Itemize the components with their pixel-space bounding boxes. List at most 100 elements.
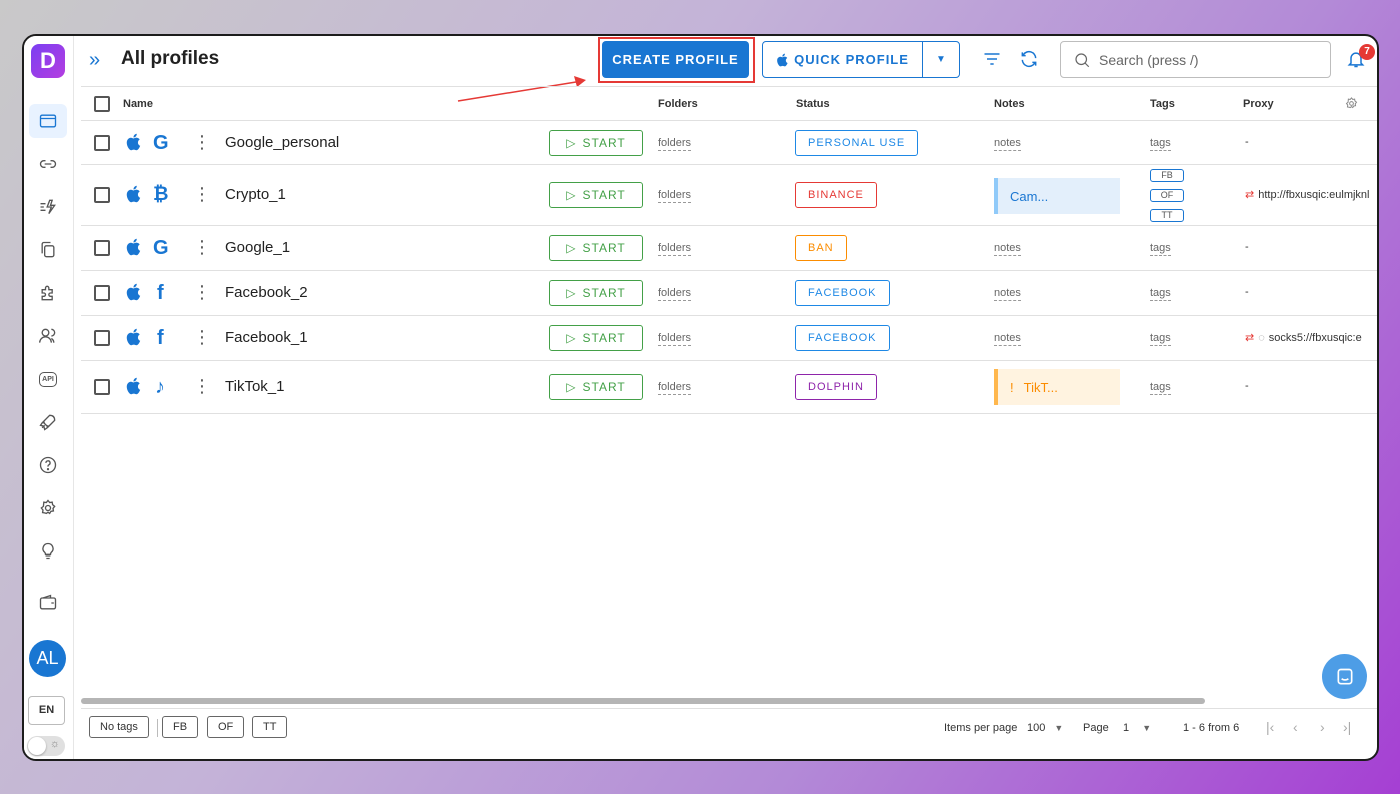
first-page-icon[interactable]: |‹ bbox=[1266, 719, 1274, 735]
folders-link[interactable]: folders bbox=[658, 286, 692, 301]
theme-toggle[interactable]: ☼ bbox=[27, 736, 65, 756]
table-row[interactable]: f ⋮ Facebook_1 ▷ START folders FACEBOOK n… bbox=[81, 316, 1377, 361]
column-notes[interactable]: Notes bbox=[994, 98, 1025, 110]
notes-link[interactable]: notes bbox=[994, 241, 1021, 256]
column-settings-icon[interactable] bbox=[1344, 96, 1359, 111]
start-label: START bbox=[582, 188, 626, 202]
sidebar-item-launch[interactable] bbox=[29, 405, 67, 439]
status-badge[interactable]: FACEBOOK bbox=[795, 280, 890, 306]
start-button[interactable]: ▷ START bbox=[549, 280, 643, 306]
status-badge[interactable]: BINANCE bbox=[795, 182, 877, 208]
tag-chip[interactable]: OF bbox=[1150, 189, 1184, 202]
table-row[interactable]: ₿ ⋮ Crypto_1 ▷ START folders BINANCE Cam.… bbox=[81, 165, 1377, 226]
items-per-page-select[interactable]: 100 ▼ bbox=[1027, 722, 1063, 734]
row-menu-icon[interactable]: ⋮ bbox=[193, 185, 211, 203]
next-page-icon[interactable]: › bbox=[1320, 719, 1325, 735]
sidebar-item-api[interactable]: API bbox=[29, 362, 67, 396]
header: » All profiles CREATE PROFILE QUICK PROF… bbox=[74, 36, 1377, 86]
last-page-icon[interactable]: ›| bbox=[1343, 719, 1351, 735]
horizontal-scrollbar[interactable] bbox=[81, 698, 1205, 704]
status-badge[interactable]: PERSONAL USE bbox=[795, 130, 919, 156]
notes-link[interactable]: notes bbox=[994, 136, 1021, 151]
column-tags[interactable]: Tags bbox=[1150, 98, 1175, 110]
row-menu-icon[interactable]: ⋮ bbox=[193, 377, 211, 395]
row-checkbox[interactable] bbox=[94, 187, 110, 203]
tags-link[interactable]: tags bbox=[1150, 286, 1171, 301]
play-icon: ▷ bbox=[566, 241, 577, 255]
row-menu-icon[interactable]: ⋮ bbox=[193, 238, 211, 256]
start-button[interactable]: ▷ START bbox=[549, 130, 643, 156]
tags-link[interactable]: tags bbox=[1150, 136, 1171, 151]
page-label: Page bbox=[1083, 722, 1109, 734]
language-button[interactable]: EN bbox=[28, 696, 65, 725]
sidebar-item-tips[interactable] bbox=[29, 534, 67, 568]
tag-filter-fb[interactable]: FB bbox=[162, 716, 199, 738]
start-button[interactable]: ▷ START bbox=[549, 325, 643, 351]
chat-button[interactable] bbox=[1322, 654, 1367, 699]
folders-link[interactable]: folders bbox=[658, 380, 692, 395]
notes-link[interactable]: notes bbox=[994, 331, 1021, 346]
row-checkbox[interactable] bbox=[94, 285, 110, 301]
column-proxy[interactable]: Proxy bbox=[1243, 98, 1274, 110]
app-logo[interactable]: D bbox=[31, 44, 65, 78]
row-checkbox[interactable] bbox=[94, 330, 110, 346]
create-profile-button[interactable]: CREATE PROFILE bbox=[602, 41, 749, 78]
status-badge[interactable]: DOLPHIN bbox=[795, 374, 877, 400]
row-menu-icon[interactable]: ⋮ bbox=[193, 328, 211, 346]
row-menu-icon[interactable]: ⋮ bbox=[193, 283, 211, 301]
sidebar-item-copy[interactable] bbox=[29, 233, 67, 267]
refresh-icon[interactable] bbox=[1019, 49, 1039, 69]
sidebar-item-help[interactable] bbox=[29, 448, 67, 482]
folders-link[interactable]: folders bbox=[658, 136, 692, 151]
quick-profile-dropdown-icon[interactable]: ▼ bbox=[923, 42, 959, 77]
table-row[interactable]: f ⋮ Facebook_2 ▷ START folders FACEBOOK n… bbox=[81, 271, 1377, 316]
tag-chip[interactable]: FB bbox=[1150, 169, 1184, 182]
row-menu-icon[interactable]: ⋮ bbox=[193, 133, 211, 151]
sidebar-item-extensions[interactable] bbox=[29, 276, 67, 310]
sidebar-item-links[interactable] bbox=[29, 147, 67, 181]
status-badge[interactable]: FACEBOOK bbox=[795, 325, 890, 351]
sidebar-item-profiles[interactable] bbox=[29, 104, 67, 138]
start-button[interactable]: ▷ START bbox=[549, 374, 643, 400]
sidebar-item-settings[interactable] bbox=[29, 491, 67, 525]
folders-link[interactable]: folders bbox=[658, 188, 692, 203]
notes-link[interactable]: notes bbox=[994, 286, 1021, 301]
quick-profile-label: QUICK PROFILE bbox=[794, 52, 909, 67]
start-button[interactable]: ▷ START bbox=[549, 235, 643, 261]
table-row[interactable]: ♪ ⋮ TikTok_1 ▷ START folders DOLPHIN ! Tik… bbox=[81, 361, 1377, 414]
start-button[interactable]: ▷ START bbox=[549, 182, 643, 208]
tags-link[interactable]: tags bbox=[1150, 380, 1171, 395]
folders-link[interactable]: folders bbox=[658, 331, 692, 346]
row-checkbox[interactable] bbox=[94, 135, 110, 151]
status-badge[interactable]: BAN bbox=[795, 235, 847, 261]
tags-link[interactable]: tags bbox=[1150, 331, 1171, 346]
table-row[interactable]: G ⋮ Google_1 ▷ START folders BAN notes ta… bbox=[81, 226, 1377, 271]
select-all-checkbox[interactable] bbox=[94, 96, 110, 112]
table-row[interactable]: G ⋮ Google_personal ▷ START folders PERSO… bbox=[81, 121, 1377, 165]
prev-page-icon[interactable]: ‹ bbox=[1293, 719, 1298, 735]
tag-filter-tt[interactable]: TT bbox=[252, 716, 288, 738]
filter-icon[interactable] bbox=[982, 49, 1002, 69]
sidebar-item-automation[interactable] bbox=[29, 190, 67, 224]
column-name[interactable]: Name bbox=[123, 98, 153, 110]
sidebar-item-wallet[interactable] bbox=[29, 586, 67, 620]
tag-filter-of[interactable]: OF bbox=[207, 716, 245, 738]
tags-link[interactable]: tags bbox=[1150, 241, 1171, 256]
search-input[interactable] bbox=[1099, 51, 1319, 68]
note-box[interactable]: ! TikT... bbox=[994, 369, 1120, 405]
avatar[interactable]: AL bbox=[29, 640, 66, 677]
row-checkbox[interactable] bbox=[94, 379, 110, 395]
range-text: 1 - 6 from 6 bbox=[1183, 722, 1240, 734]
tag-filter-no-tags[interactable]: No tags bbox=[89, 716, 149, 738]
quick-profile-button[interactable]: QUICK PROFILE ▼ bbox=[762, 41, 960, 78]
note-box[interactable]: Cam... bbox=[994, 178, 1120, 214]
page-select[interactable]: 1 ▼ bbox=[1123, 722, 1151, 734]
folders-link[interactable]: folders bbox=[658, 241, 692, 256]
tag-chip[interactable]: TT bbox=[1150, 209, 1184, 222]
row-checkbox[interactable] bbox=[94, 240, 110, 256]
search-field[interactable] bbox=[1060, 41, 1331, 78]
column-status[interactable]: Status bbox=[796, 98, 830, 110]
column-folders[interactable]: Folders bbox=[658, 98, 698, 110]
sidebar-item-users[interactable] bbox=[29, 319, 67, 353]
expand-sidebar-icon[interactable]: » bbox=[89, 50, 100, 70]
